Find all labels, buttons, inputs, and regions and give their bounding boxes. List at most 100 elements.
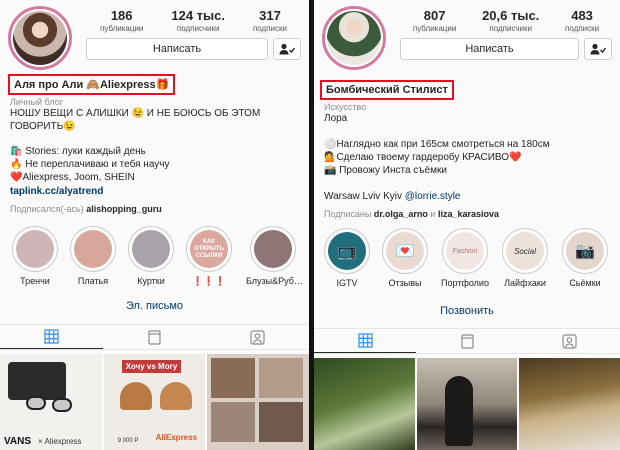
profile-tabs [314, 328, 620, 354]
highlight-cover [16, 230, 54, 268]
profile-tabs [0, 324, 309, 350]
person-silhouette [444, 376, 473, 446]
email-button[interactable]: Эл. письмо [0, 300, 309, 312]
profile-category: Искусство [324, 102, 367, 112]
post-grid: VANS × Aliexpress Хочу vs Могу AliExpres… [0, 354, 309, 450]
stat-posts[interactable]: 807 публикации [413, 8, 456, 33]
igtv-icon [460, 333, 474, 349]
post-thumbnail[interactable]: Хочу vs Могу AliExpress 9 000 Р [103, 354, 206, 450]
post-thumbnail[interactable] [314, 358, 415, 450]
bio-line: 💁Сделаю твоему гардеробу КРАСИВО❤️ [324, 152, 522, 163]
story-highlight[interactable]: КАК ОТКРЫТЬ ССЫЛКИ ❗❗❗ [182, 226, 236, 287]
story-highlight[interactable]: Social Лайфхаки [498, 228, 552, 288]
follow-options-button[interactable] [273, 38, 301, 60]
tab-grid[interactable] [314, 329, 416, 353]
bio-line: ГОВОРИТЬ😉 [10, 121, 76, 132]
bio-line: 📸 Провожу Инста съёмки [324, 165, 447, 176]
highlight-cover: КАК ОТКРЫТЬ ССЫЛКИ [190, 230, 228, 268]
bio-line: 🔥 Не переплачиваю и тебя научу [10, 159, 170, 170]
highlight-cover: Social [506, 232, 544, 270]
highlight-cover [132, 230, 170, 268]
call-button[interactable]: Позвонить [314, 305, 620, 317]
followed-user-link[interactable]: liza_karasiova [438, 209, 499, 219]
post-thumbnail[interactable] [207, 354, 309, 450]
igtv-icon [148, 329, 161, 345]
profile-stats: 186 публикации 124 тыс. подписчики 317 подп… [86, 8, 301, 33]
bio-link[interactable]: taplink.cc/alyatrend [10, 186, 103, 198]
story-highlight[interactable]: Fashion Портфолио [438, 228, 492, 288]
highlight-label: Платья [77, 276, 109, 286]
followed-by: Подписаны dr.olga_arno и liza_karasiova [324, 209, 500, 219]
profile-panel-right: 807 публикации 20,6 тыс. подписчики 483 под… [314, 0, 620, 450]
avatar[interactable] [322, 6, 386, 70]
post-caption: 9 000 Р [117, 438, 139, 444]
highlight-label: Куртки [137, 276, 165, 286]
stat-following[interactable]: 483 подписки [565, 8, 599, 33]
bio-line: Лора [324, 113, 348, 124]
tab-igtv[interactable] [416, 329, 518, 353]
photo-collage [259, 402, 304, 442]
post-thumbnail[interactable] [416, 358, 518, 450]
stat-following[interactable]: 317 подписки [253, 8, 287, 33]
post-grid [314, 358, 620, 450]
highlight-label: Сьёмки [569, 278, 601, 288]
post-thumbnail[interactable] [519, 358, 620, 450]
avatar[interactable] [8, 6, 72, 70]
story-highlight[interactable]: Платья [66, 226, 120, 286]
profile-category: Личный блог [10, 97, 63, 107]
envelope-icon: 💌 [386, 232, 424, 270]
profile-name: Аля про Али 🙈Aliexpress🎁 [8, 74, 176, 95]
profile-buttons: Написать [400, 38, 612, 60]
story-highlight[interactable]: 📷 Сьёмки [558, 228, 612, 288]
follow-options-button[interactable] [584, 38, 612, 60]
person-check-icon [590, 43, 606, 55]
story-highlight[interactable]: Тренчи [8, 226, 62, 286]
bio-line: 🛍️ Stories: луки каждый день [10, 146, 146, 157]
bio-line: НОШУ ВЕЩИ С АЛИШКИ 😉 И НЕ БОЮСЬ ОБ ЭТОМ [10, 108, 261, 119]
highlight-cover [74, 230, 112, 268]
mention-link[interactable]: @lorrie.style [405, 191, 461, 202]
tagged-icon [250, 329, 265, 345]
message-button[interactable]: Написать [86, 38, 268, 60]
profile-stats: 807 публикации 20,6 тыс. подписчики 483 под… [400, 8, 612, 33]
highlight-label: Блузы&Руб… [246, 276, 303, 286]
photo-collage [211, 358, 256, 398]
stat-posts[interactable]: 186 публикации [100, 8, 143, 33]
highlight-label: ❗❗❗ [192, 276, 226, 286]
person-check-icon [279, 43, 295, 55]
post-caption: Хочу vs Могу [121, 360, 182, 373]
photo-collage [259, 358, 304, 398]
stat-followers[interactable]: 20,6 тыс. подписчики [482, 8, 539, 33]
sneaker-image [26, 396, 46, 410]
tab-tagged[interactable] [206, 325, 309, 349]
highlight-label: Лайфхаки [504, 278, 546, 288]
followed-user-link[interactable]: alishopping_guru [86, 204, 162, 214]
highlight-label: Портфолио [441, 278, 489, 288]
followed-user-link[interactable]: dr.olga_arno [374, 209, 428, 219]
post-thumbnail[interactable]: VANS × Aliexpress [0, 354, 102, 450]
bio-line: Warsaw Lviv Kyiv @lorrie.style [324, 191, 461, 202]
screenshot: 186 публикации 124 тыс. подписчики 317 подп… [0, 0, 620, 450]
tab-tagged[interactable] [518, 329, 620, 353]
story-highlight[interactable]: 💌 Отзывы [378, 228, 432, 288]
profile-buttons: Написать [86, 38, 301, 60]
camera-icon: 📷 [566, 232, 604, 270]
highlight-cover: Fashion [446, 232, 484, 270]
stat-followers[interactable]: 124 тыс. подписчики [171, 8, 225, 33]
sneaker-image [52, 398, 72, 412]
tagged-icon [561, 333, 577, 349]
grid-icon [44, 329, 59, 344]
story-highlight[interactable]: Куртки [124, 226, 178, 286]
post-caption: × Aliexpress [38, 437, 82, 446]
followed-by: Подписался(-ась) alishopping_guru [10, 204, 162, 214]
story-highlight[interactable]: Блузы&Руб… [246, 226, 303, 286]
story-highlight[interactable]: 📺 IGTV [320, 228, 374, 288]
message-button[interactable]: Написать [400, 38, 579, 60]
bio-line: ❤️Aliexpress, Joom, SHEIN [10, 172, 135, 183]
highlight-label: Отзывы [388, 278, 422, 288]
tab-grid[interactable] [0, 325, 103, 349]
highlight-label: Тренчи [20, 276, 50, 286]
tab-igtv[interactable] [103, 325, 206, 349]
bag-image [159, 382, 192, 410]
tv-icon: 📺 [328, 232, 366, 270]
